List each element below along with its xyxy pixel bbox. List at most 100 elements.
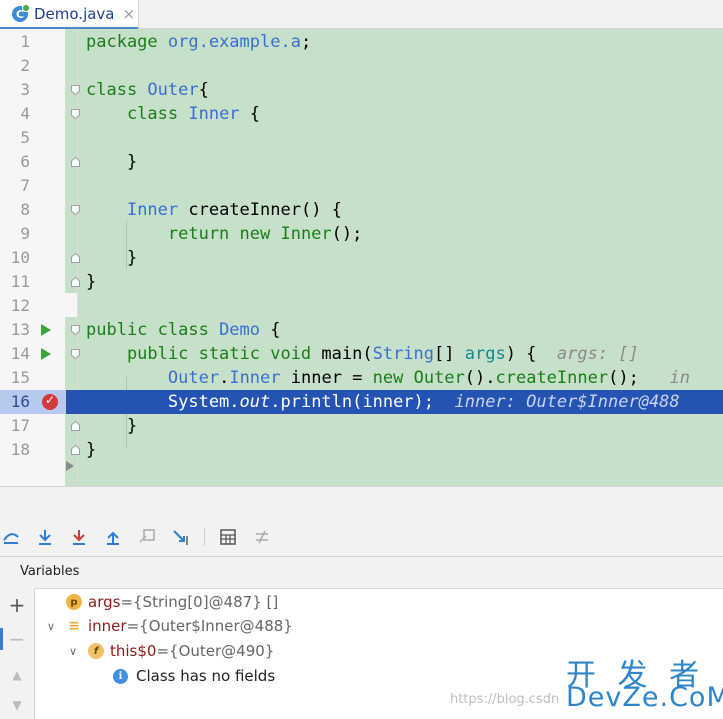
breakpoint-icon[interactable] xyxy=(42,393,58,410)
fold-close-icon[interactable] xyxy=(71,277,80,287)
code-line[interactable]: 6 } xyxy=(0,150,723,174)
line-number: 16 xyxy=(10,392,30,411)
code-token: Outer xyxy=(167,368,220,388)
variable-row-this0[interactable]: ∨ f this$0 = {Outer@490} xyxy=(66,639,274,663)
step-into-icon[interactable] xyxy=(68,526,90,548)
code-token: inner = xyxy=(280,368,373,388)
code-token: { xyxy=(239,104,261,124)
variable-name: inner xyxy=(88,617,127,635)
fold-open-icon[interactable] xyxy=(71,205,80,215)
code-token: Inner xyxy=(188,104,240,124)
code-token: out xyxy=(239,392,271,412)
code-text: public class Demo { xyxy=(86,318,281,342)
evaluate-expression-icon[interactable] xyxy=(217,526,239,548)
code-line[interactable]: 13 public class Demo { xyxy=(0,318,723,342)
line-number: 17 xyxy=(10,416,30,435)
fold-open-icon[interactable] xyxy=(71,85,80,95)
code-line[interactable]: 2 xyxy=(0,54,723,78)
chevron-down-icon[interactable]: ∨ xyxy=(44,620,58,633)
code-line[interactable]: 4 class Inner { xyxy=(0,102,723,126)
code-token: Demo xyxy=(219,320,261,340)
drop-frame-icon[interactable] xyxy=(136,526,158,548)
run-icon[interactable] xyxy=(41,324,51,336)
code-text: class Outer{ xyxy=(86,78,209,102)
fold-close-icon[interactable] xyxy=(71,253,80,263)
tab-demo-java[interactable]: C Demo.java × xyxy=(0,0,139,28)
code-text: return new Inner(); xyxy=(86,222,363,246)
code-token: } xyxy=(86,272,97,292)
toolbar-separator xyxy=(204,528,205,546)
move-up-icon[interactable]: ▲ xyxy=(8,666,26,684)
code-line[interactable]: 15 Outer.Inner inner = new Outer().creat… xyxy=(0,366,723,390)
code-token: public static void xyxy=(86,344,322,364)
code-line[interactable]: 12 xyxy=(0,294,723,318)
code-token: String xyxy=(372,344,435,364)
code-line[interactable]: 11} xyxy=(0,270,723,294)
show-execution-point-icon[interactable] xyxy=(0,526,22,548)
code-line[interactable]: 14 public static void main(String[] args… xyxy=(0,342,723,366)
debug-toolbar xyxy=(0,486,723,557)
code-token: class xyxy=(86,80,148,100)
field-icon: f xyxy=(88,643,104,659)
fold-close-icon[interactable] xyxy=(71,157,80,167)
code-line[interactable]: 18} xyxy=(0,438,723,462)
code-token: package xyxy=(86,32,168,52)
code-line[interactable]: 7 xyxy=(0,174,723,198)
fold-open-icon[interactable] xyxy=(71,325,80,335)
variable-row-inner[interactable]: ∨ ≡ inner = {Outer$Inner@488} xyxy=(44,614,293,638)
variable-row-args[interactable]: p args = {String[0]@487} [] xyxy=(44,590,278,614)
code-line[interactable]: 8 Inner createInner() { xyxy=(0,198,723,222)
code-token: [] xyxy=(434,344,465,364)
code-token: Inner xyxy=(126,200,179,220)
tab-file-name: Demo.java xyxy=(34,5,115,23)
fold-close-icon[interactable] xyxy=(71,421,80,431)
fold-close-icon[interactable] xyxy=(71,445,80,455)
run-icon[interactable] xyxy=(41,348,51,360)
variables-panel-header: Variables xyxy=(0,556,723,589)
code-line[interactable]: 5 xyxy=(0,126,723,150)
code-token: Outer xyxy=(413,368,465,388)
step-out-icon[interactable] xyxy=(102,526,124,548)
code-line[interactable]: 1 package org.example.a; xyxy=(0,30,723,54)
code-token: Outer xyxy=(147,80,199,100)
line-number: 12 xyxy=(10,296,30,315)
move-down-icon[interactable]: ▼ xyxy=(8,696,26,714)
run-to-cursor-icon[interactable] xyxy=(170,526,192,548)
trace-current-stream-icon[interactable] xyxy=(251,526,273,548)
step-over-icon[interactable] xyxy=(34,526,56,548)
close-icon[interactable]: × xyxy=(123,5,136,23)
chevron-down-icon[interactable]: ∨ xyxy=(66,645,80,658)
code-text: System.out.println(inner); inner: Outer$… xyxy=(86,390,680,414)
code-token: } xyxy=(86,440,97,460)
code-token: main( xyxy=(321,344,373,364)
fold-open-icon[interactable] xyxy=(71,349,80,359)
code-line[interactable]: 17 } xyxy=(0,414,723,438)
line-number: 7 xyxy=(20,176,30,195)
code-editor[interactable]: 1 package org.example.a; 2 3 class Outer{4 c… xyxy=(0,29,723,486)
variable-name: this$0 xyxy=(110,642,157,660)
info-icon: i xyxy=(113,668,128,684)
code-line-current[interactable]: 16 System.out.println(inner); inner: Out… xyxy=(0,390,723,414)
code-text: } xyxy=(86,270,96,294)
code-token: ; xyxy=(300,32,312,52)
code-text: } xyxy=(86,414,137,438)
line-number: 2 xyxy=(20,56,30,75)
variable-equals: = xyxy=(126,617,140,635)
code-token: } xyxy=(86,416,138,436)
remove-watch-icon[interactable]: − xyxy=(8,629,26,649)
code-line[interactable]: 3 class Outer{ xyxy=(0,78,723,102)
code-token: new xyxy=(372,368,414,388)
variable-equals: = xyxy=(120,593,134,611)
add-watch-icon[interactable]: + xyxy=(8,595,26,615)
line-number: 6 xyxy=(20,152,30,171)
code-line[interactable]: 9 return new Inner(); xyxy=(0,222,723,246)
variable-value: {Outer@490} xyxy=(169,642,275,660)
code-text: public static void main(String[] args) {… xyxy=(86,342,639,366)
inline-debug-hint: args: [] xyxy=(536,344,639,364)
code-token: class xyxy=(86,104,189,124)
line-number: 9 xyxy=(20,224,30,243)
fold-open-icon[interactable] xyxy=(71,109,80,119)
code-text: } xyxy=(86,438,96,462)
code-line[interactable]: 10 } xyxy=(0,246,723,270)
